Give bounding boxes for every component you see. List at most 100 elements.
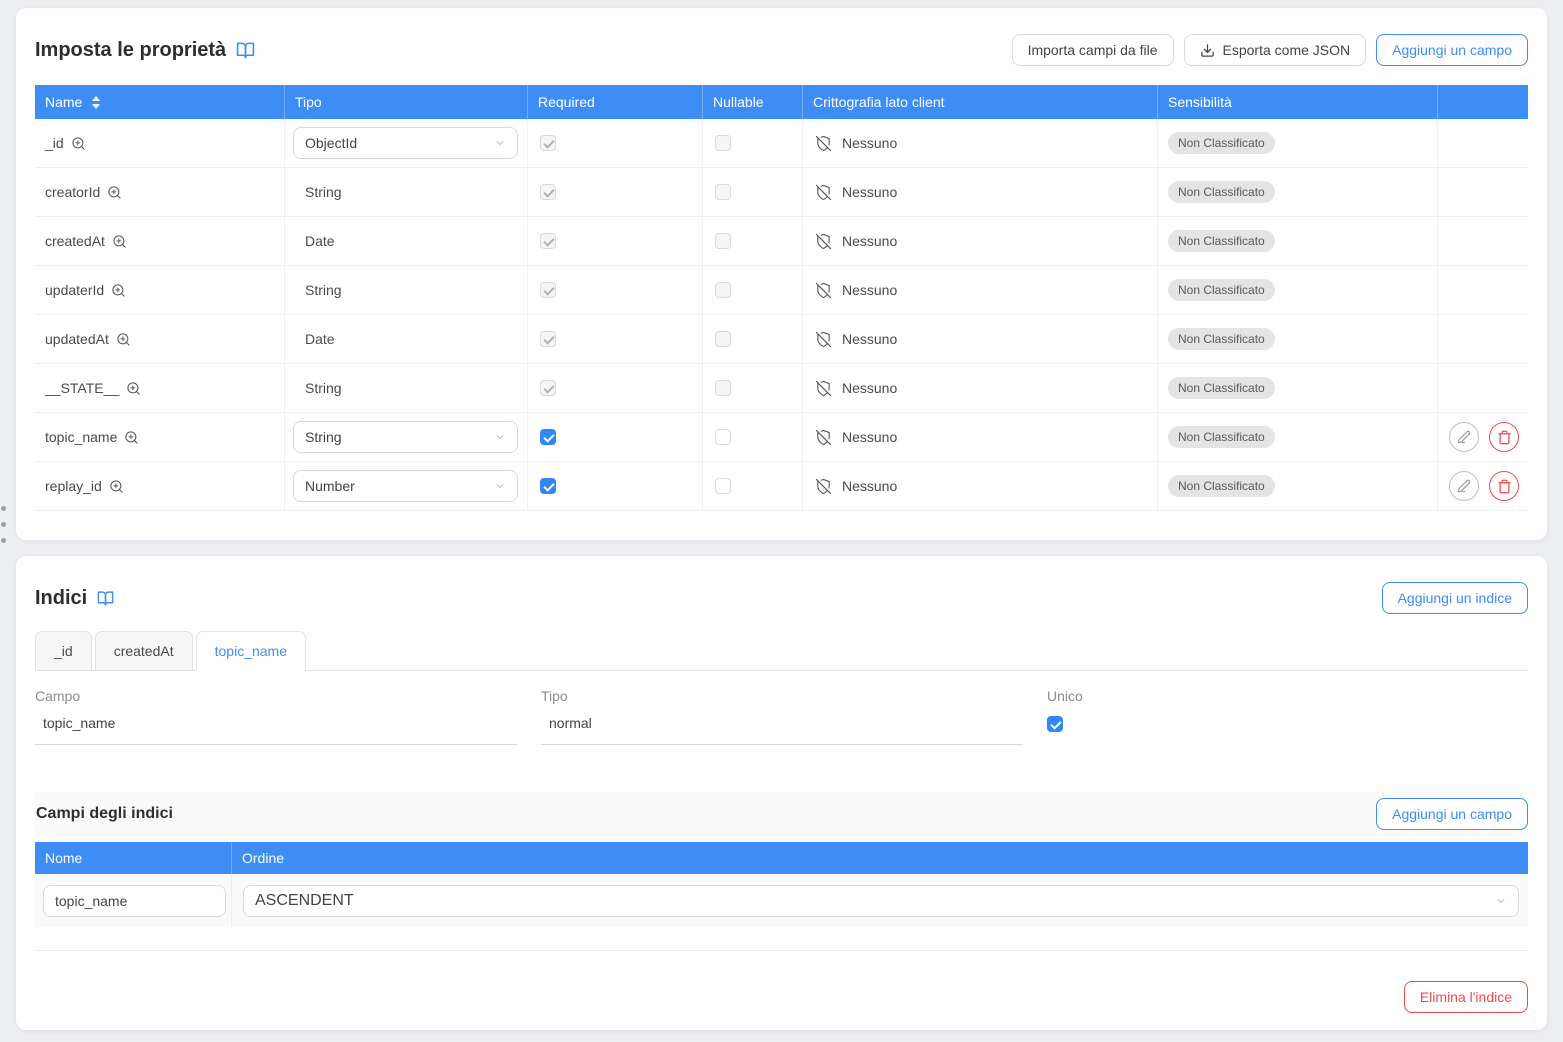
unico-checkbox[interactable]	[1047, 716, 1063, 732]
shield-off-icon	[815, 184, 832, 201]
field-name: creatorId	[45, 184, 100, 200]
index-field-order-select[interactable]: ASCENDENT	[243, 885, 1519, 917]
import-fields-button[interactable]: Importa campi da file	[1012, 34, 1174, 66]
docs-book-icon[interactable]	[97, 590, 114, 607]
chevron-down-icon	[494, 480, 506, 492]
properties-title-text: Imposta le proprietà	[35, 39, 226, 62]
properties-card: Imposta le proprietà Importa campi da fi…	[16, 8, 1547, 540]
type-select[interactable]: Number	[293, 470, 518, 502]
zoom-in-icon[interactable]	[126, 381, 141, 396]
nullable-checkbox	[715, 282, 731, 298]
trash-icon	[1497, 479, 1512, 494]
column-header-ordine: Ordine	[232, 842, 1528, 874]
nullable-checkbox	[715, 135, 731, 151]
delete-field-button[interactable]	[1489, 471, 1519, 501]
table-row: topic_name String Nessuno Non Classifica…	[35, 413, 1528, 462]
properties-table-header: Name Tipo Required Nullable Crittografia…	[35, 85, 1528, 119]
section-divider	[35, 950, 1528, 951]
shield-off-icon	[815, 233, 832, 250]
tipo-input[interactable]: normal	[541, 715, 1023, 745]
nullable-checkbox[interactable]	[715, 429, 731, 445]
type-select[interactable]: String	[293, 421, 518, 453]
table-row: _id ObjectId Nessuno Non Classificato	[35, 119, 1528, 168]
column-header-encryption: Crittografia lato client	[803, 85, 1158, 119]
properties-actions: Importa campi da file Esporta come JSON …	[1012, 34, 1528, 66]
type-text: Date	[293, 233, 335, 249]
nullable-checkbox	[715, 184, 731, 200]
add-index-field-button[interactable]: Aggiungi un campo	[1376, 798, 1528, 830]
required-checkbox	[540, 233, 556, 249]
zoom-in-icon[interactable]	[116, 332, 131, 347]
properties-title: Imposta le proprietà	[35, 39, 255, 62]
zoom-in-icon[interactable]	[109, 479, 124, 494]
type-select[interactable]: ObjectId	[293, 127, 518, 159]
field-name: replay_id	[45, 478, 102, 494]
export-json-button[interactable]: Esporta come JSON	[1184, 34, 1367, 66]
zoom-in-icon[interactable]	[124, 430, 139, 445]
download-icon	[1200, 43, 1215, 58]
column-header-nullable: Nullable	[703, 85, 803, 119]
shield-off-icon	[815, 380, 832, 397]
edit-field-button[interactable]	[1449, 422, 1479, 452]
index-tabs: _id createdAt topic_name	[35, 631, 1528, 671]
required-checkbox[interactable]	[540, 429, 556, 445]
zoom-in-icon[interactable]	[111, 283, 126, 298]
field-name: topic_name	[45, 429, 117, 445]
drag-handle-dots[interactable]	[1, 506, 6, 543]
delete-index-button[interactable]: Elimina l'indice	[1404, 981, 1528, 1013]
table-row: replay_id Number Nessuno Non Classificat…	[35, 462, 1528, 511]
field-name: updatedAt	[45, 331, 109, 347]
campo-input[interactable]: topic_name	[35, 715, 517, 745]
tab-createdat[interactable]: createdAt	[95, 631, 193, 671]
chevron-down-icon	[1495, 895, 1507, 907]
delete-field-button[interactable]	[1489, 422, 1519, 452]
index-field-name-input[interactable]	[43, 885, 226, 917]
encryption-value: Nessuno	[842, 429, 897, 445]
edit-field-button[interactable]	[1449, 471, 1479, 501]
tipo-label: Tipo	[541, 688, 1023, 704]
required-checkbox[interactable]	[540, 478, 556, 494]
sensitivity-badge: Non Classificato	[1168, 230, 1275, 252]
tab-id[interactable]: _id	[35, 631, 92, 671]
zoom-in-icon[interactable]	[71, 136, 86, 151]
column-header-sensitivity: Sensibilità	[1158, 85, 1438, 119]
zoom-in-icon[interactable]	[112, 234, 127, 249]
nullable-checkbox	[715, 331, 731, 347]
trash-icon	[1497, 430, 1512, 445]
add-field-button[interactable]: Aggiungi un campo	[1376, 34, 1528, 66]
sensitivity-badge: Non Classificato	[1168, 132, 1275, 154]
add-field-label: Aggiungi un campo	[1392, 42, 1512, 58]
nullable-checkbox	[715, 380, 731, 396]
sensitivity-badge: Non Classificato	[1168, 328, 1275, 350]
add-index-field-label: Aggiungi un campo	[1392, 806, 1512, 822]
table-row: updatedAt Date Nessuno Non Classificato	[35, 315, 1528, 364]
required-checkbox	[540, 135, 556, 151]
tipo-field: Tipo normal	[541, 688, 1023, 745]
encryption-value: Nessuno	[842, 282, 897, 298]
nullable-checkbox[interactable]	[715, 478, 731, 494]
column-header-required: Required	[528, 85, 703, 119]
nullable-checkbox	[715, 233, 731, 249]
type-text: String	[293, 380, 342, 396]
docs-book-icon[interactable]	[236, 41, 255, 60]
pencil-icon	[1457, 479, 1471, 493]
add-index-button[interactable]: Aggiungi un indice	[1382, 582, 1528, 614]
shield-off-icon	[815, 282, 832, 299]
zoom-in-icon[interactable]	[107, 185, 122, 200]
chevron-down-icon	[494, 431, 506, 443]
shield-off-icon	[815, 135, 832, 152]
indexes-card-footer: Elimina l'indice	[35, 981, 1528, 1013]
properties-table: Name Tipo Required Nullable Crittografia…	[35, 85, 1528, 511]
sensitivity-badge: Non Classificato	[1168, 279, 1275, 301]
index-fields-section-header: Campi degli indici Aggiungi un campo	[35, 792, 1528, 836]
pencil-icon	[1457, 430, 1471, 444]
sensitivity-badge: Non Classificato	[1168, 181, 1275, 203]
sort-carets-icon	[92, 96, 100, 109]
unico-field: Unico	[1047, 688, 1083, 745]
indexes-title-text: Indici	[35, 587, 87, 610]
table-row: creatorId String Nessuno Non Classificat…	[35, 168, 1528, 217]
tab-topic-name[interactable]: topic_name	[196, 631, 306, 671]
column-header-name[interactable]: Name	[35, 85, 285, 119]
type-text: String	[293, 184, 342, 200]
type-text: Date	[293, 331, 335, 347]
